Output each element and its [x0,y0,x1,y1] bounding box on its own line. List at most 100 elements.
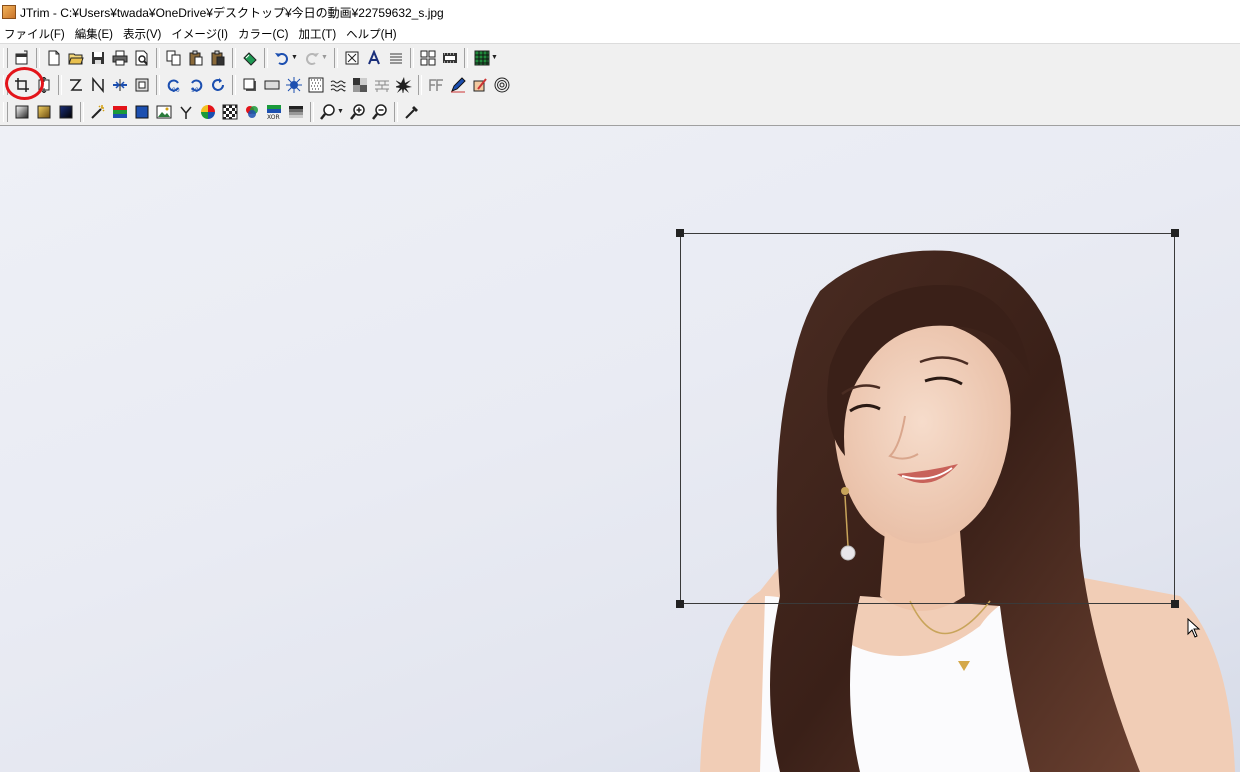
svg-text:90: 90 [191,87,199,93]
rotate-right-90-icon[interactable]: 90 [185,74,207,96]
save-icon[interactable] [87,47,109,69]
film-icon[interactable] [439,47,461,69]
zoom-in-icon[interactable] [347,101,369,123]
rotate-left-90-icon[interactable]: 90 [163,74,185,96]
menu-view[interactable]: 表示(V) [119,26,167,42]
crop-selection[interactable] [676,229,1179,608]
color-wheel-icon[interactable] [197,101,219,123]
toolbar-separator [418,74,422,95]
toolbar-separator [232,47,236,68]
toolbar-separator [156,74,160,95]
mouse-cursor-icon [1187,618,1201,638]
magic-wand-icon[interactable] [87,101,109,123]
new-file-icon[interactable] [43,47,65,69]
resize-icon[interactable] [33,74,55,96]
print-preview-icon[interactable] [131,47,153,69]
print-icon[interactable] [109,47,131,69]
toolbar-separator [264,47,268,68]
svg-text:XOR: XOR [267,114,280,120]
zoom-out-icon[interactable] [369,101,391,123]
grid-icon[interactable]: ▼ [471,47,501,69]
flip-horizontal-icon[interactable] [65,74,87,96]
eraser-icon[interactable] [469,74,491,96]
selection-handle-top-left[interactable] [676,229,684,237]
toolbar-separator [58,74,62,95]
menu-image[interactable]: イメージ(I) [167,26,234,42]
title-bar: JTrim - C:¥Users¥twada¥OneDrive¥デスクトップ¥今… [0,0,1240,24]
copy-icon[interactable] [163,47,185,69]
chevron-down-icon: ▼ [337,108,344,115]
crop-icon[interactable] [11,74,33,96]
redo-icon[interactable]: ▼ [301,47,331,69]
mosaic-icon[interactable] [349,74,371,96]
toolbar-grip[interactable] [3,47,8,68]
toolbar-separator [36,47,40,68]
selection-handle-top-right[interactable] [1171,229,1179,237]
undo-icon[interactable]: ▼ [271,47,301,69]
image-icon[interactable] [153,101,175,123]
toolbar-area: ▼ ▼ ▼ 90 90 XOR ▼ [0,44,1240,126]
toolbar-separator [464,47,468,68]
toolbar-separator [156,47,160,68]
gradient-blue-icon[interactable] [55,101,77,123]
toolbar-grip[interactable] [3,101,8,122]
fit-window-icon[interactable] [341,47,363,69]
selection-handle-bottom-left[interactable] [676,600,684,608]
gradient-gold-icon[interactable] [33,101,55,123]
checker-icon[interactable] [219,101,241,123]
tile-icon[interactable] [417,47,439,69]
chevron-down-icon: ▼ [291,54,298,61]
svg-text:90: 90 [172,87,180,93]
rectangle-icon[interactable] [261,74,283,96]
chevron-down-icon: ▼ [321,54,328,61]
sparkle-icon[interactable] [283,74,305,96]
paste-new-icon[interactable] [207,47,229,69]
text-icon[interactable] [363,47,385,69]
open-folder-icon[interactable] [65,47,87,69]
toolbar-row-2: 90 90 [0,72,513,97]
menu-edit[interactable]: 編集(E) [71,26,119,42]
xor-icon[interactable]: XOR [263,101,285,123]
toolbar-separator [394,101,398,122]
menu-help[interactable]: ヘルプ(H) [342,26,402,42]
gradient-gray-icon[interactable] [11,101,33,123]
menu-bar: ファイル(F) 編集(E) 表示(V) イメージ(I) カラー(C) 加工(T)… [0,24,1240,44]
toolbar-row-3: XOR ▼ [0,99,423,124]
blue-fill-icon[interactable] [131,101,153,123]
gamma-icon[interactable] [175,101,197,123]
palette-icon[interactable] [285,101,307,123]
flip-vertical-icon[interactable] [87,74,109,96]
emboss-icon[interactable] [425,74,447,96]
shadow-icon[interactable] [239,74,261,96]
menu-process[interactable]: 加工(T) [294,26,342,42]
rgb-balance-icon[interactable] [109,101,131,123]
mirror-icon[interactable] [109,74,131,96]
capture-icon[interactable] [239,47,261,69]
image-canvas[interactable] [0,126,1240,772]
spiral-icon[interactable] [491,74,513,96]
chevron-down-icon: ▼ [491,54,498,61]
window-icon[interactable] [11,47,33,69]
noise-icon[interactable] [305,74,327,96]
paste-icon[interactable] [185,47,207,69]
menu-file[interactable]: ファイル(F) [0,26,71,42]
toolbar-separator [334,47,338,68]
toolbar-separator [80,101,84,122]
toolbar-separator [310,101,314,122]
toolbar-grip[interactable] [3,74,8,95]
app-icon [2,5,16,19]
toolbar-row-1: ▼ ▼ ▼ [0,45,501,70]
wave-icon[interactable] [327,74,349,96]
rgb-circles-icon[interactable] [241,101,263,123]
pen-icon[interactable] [447,74,469,96]
rotate-free-icon[interactable] [207,74,229,96]
selection-handle-bottom-right[interactable] [1171,600,1179,608]
eyedropper-icon[interactable] [401,101,423,123]
align-icon[interactable] [385,47,407,69]
zoom-dropdown-icon[interactable]: ▼ [317,101,347,123]
toolbar-separator [410,47,414,68]
explosion-icon[interactable] [393,74,415,96]
menu-color[interactable]: カラー(C) [234,26,294,42]
brick-icon[interactable] [371,74,393,96]
frame-icon[interactable] [131,74,153,96]
